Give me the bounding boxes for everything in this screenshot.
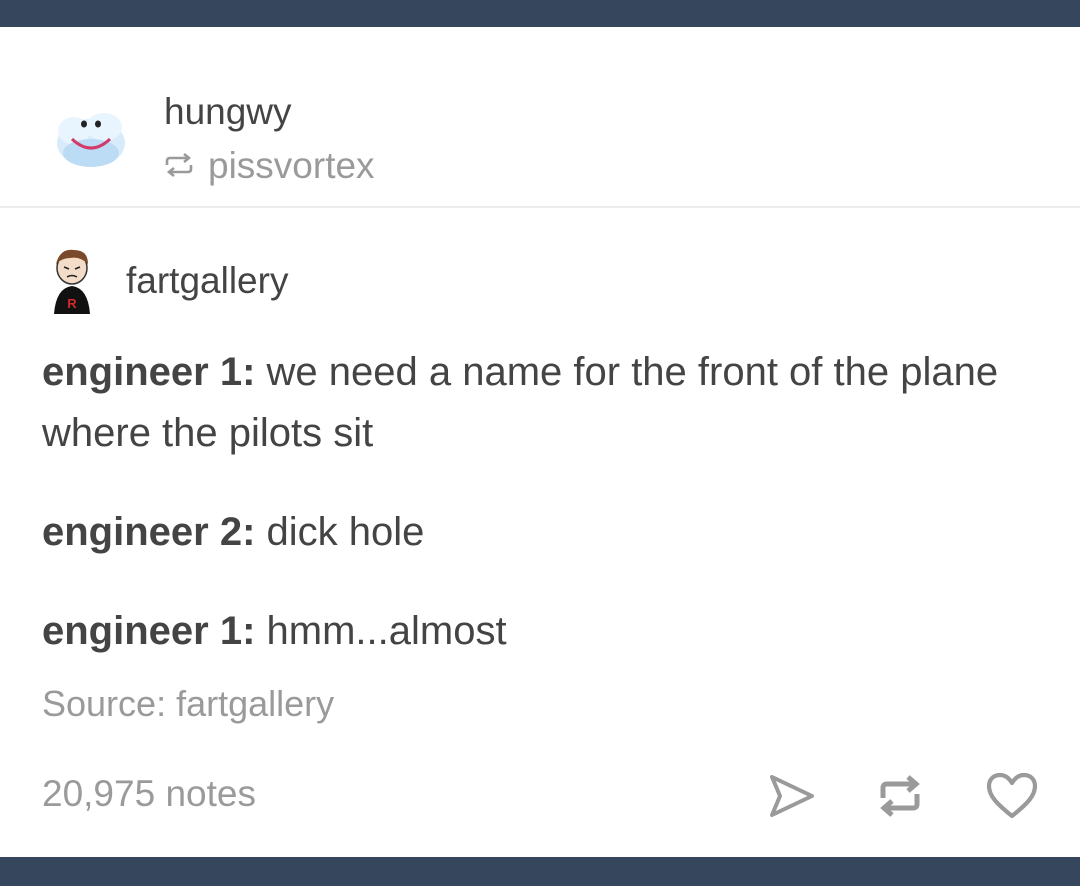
top-bar [0, 0, 1080, 27]
dialogue-line: engineer 1: hmm...almost [42, 601, 1052, 662]
post-source[interactable]: Source: fartgallery [42, 686, 334, 722]
reblog-icon [164, 152, 194, 178]
reblogged-from-username[interactable]: pissvortex [208, 147, 375, 184]
reblog-icon [874, 772, 926, 820]
source-label: Source: [42, 683, 167, 724]
reblog-source[interactable]: pissvortex [164, 145, 375, 185]
like-button[interactable] [982, 766, 1042, 826]
dialogue-line: engineer 1: we need a name for the front… [42, 342, 1052, 464]
bottom-bar [0, 857, 1080, 886]
heart-icon [985, 771, 1039, 821]
share-button[interactable] [762, 766, 822, 826]
speaker-label: engineer 2: [42, 510, 256, 554]
speaker-label: engineer 1: [42, 350, 256, 394]
send-icon [766, 772, 818, 820]
dialogue-line: engineer 2: dick hole [42, 502, 1052, 563]
dialogue-text: dick hole [255, 510, 425, 554]
reblog-button[interactable] [870, 766, 930, 826]
speaker-label: engineer 1: [42, 609, 256, 653]
poster-avatar[interactable] [54, 109, 128, 171]
author-username[interactable]: fartgallery [126, 262, 288, 299]
source-link[interactable]: fartgallery [176, 683, 334, 724]
dialogue-text: hmm...almost [255, 609, 507, 653]
notes-count[interactable]: 20,975 notes [42, 775, 256, 812]
poster-username[interactable]: hungwy [164, 93, 292, 130]
author-avatar[interactable]: R [50, 246, 94, 314]
post-header: hungwy pissvortex [0, 27, 1080, 207]
original-author[interactable]: R fartgallery [50, 246, 288, 314]
svg-text:R: R [67, 296, 77, 311]
header-divider [0, 206, 1080, 208]
post-body: engineer 1: we need a name for the front… [42, 342, 1052, 700]
